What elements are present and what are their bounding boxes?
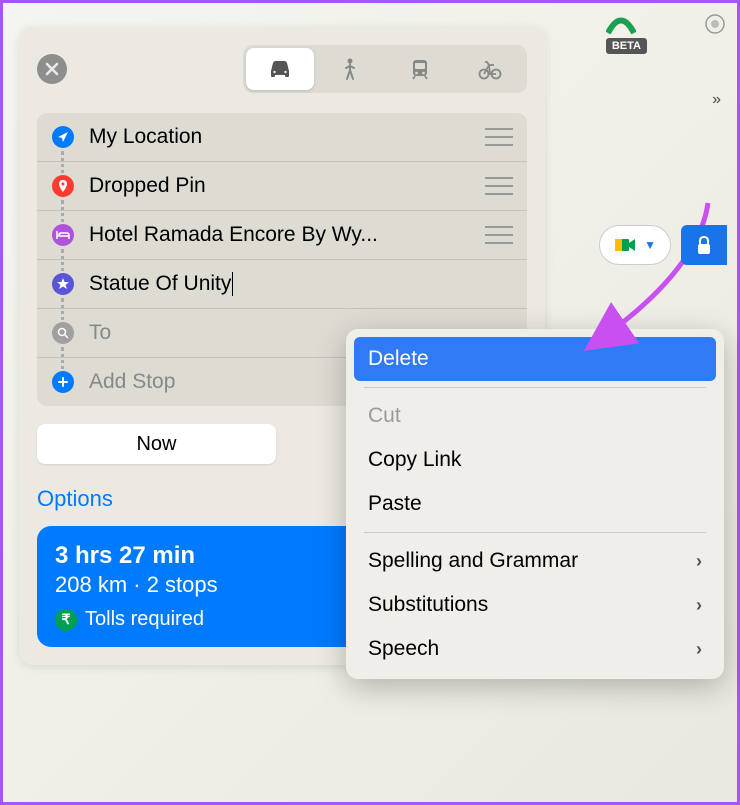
rupee-badge-icon: ₹ <box>55 609 77 631</box>
stop-input-editing[interactable]: Statue Of Unity <box>89 272 485 296</box>
tolls-label: Tolls required <box>85 608 204 631</box>
stop-row-statue[interactable]: Statue Of Unity <box>37 260 527 309</box>
stop-row-dropped-pin[interactable]: Dropped Pin <box>37 162 527 211</box>
pin-icon <box>52 175 74 197</box>
drag-handle[interactable] <box>485 177 513 195</box>
ctx-speech[interactable]: Speech › <box>354 627 716 671</box>
ctx-cut: Cut <box>354 394 716 438</box>
bike-icon <box>476 56 504 82</box>
tab-walk[interactable] <box>316 48 384 90</box>
plus-icon <box>52 371 74 393</box>
tab-transit[interactable] <box>386 48 454 90</box>
text-cursor <box>232 272 233 296</box>
stop-row-hotel[interactable]: Hotel Ramada Encore By Wy... <box>37 211 527 260</box>
lock-button[interactable] <box>681 225 727 265</box>
search-icon <box>52 322 74 344</box>
side-buttons: ▼ <box>599 225 727 265</box>
tab-arc-icon <box>606 13 636 37</box>
stop-icon-column <box>51 273 75 295</box>
ctx-copy-link[interactable]: Copy Link <box>354 438 716 482</box>
camera-icon <box>614 236 638 254</box>
drag-handle[interactable] <box>485 226 513 244</box>
car-icon <box>266 56 294 82</box>
meet-camera-button[interactable]: ▼ <box>599 225 671 265</box>
close-icon <box>45 62 59 76</box>
right-side-panel: BETA » ▼ <box>599 13 727 265</box>
panel-header <box>37 45 527 93</box>
ctx-delete[interactable]: Delete <box>354 337 716 381</box>
ctx-spelling-grammar[interactable]: Spelling and Grammar › <box>354 539 716 583</box>
ctx-label: Speech <box>368 637 439 661</box>
chevron-right-icon: › <box>696 595 702 616</box>
shield-icon <box>703 13 727 35</box>
ctx-divider <box>364 387 706 388</box>
stop-icon-column <box>51 175 75 197</box>
context-menu: Delete Cut Copy Link Paste Spelling and … <box>346 329 724 679</box>
stop-icon-column <box>51 126 75 148</box>
stop-row-my-location[interactable]: My Location <box>37 113 527 162</box>
stop-icon-column <box>51 224 75 246</box>
star-icon <box>52 273 74 295</box>
location-arrow-icon <box>52 126 74 148</box>
ctx-substitutions[interactable]: Substitutions › <box>354 583 716 627</box>
tab-icon-group: BETA <box>606 13 647 54</box>
transport-mode-tabs <box>243 45 527 93</box>
lock-icon <box>695 235 713 255</box>
walk-icon <box>336 56 364 82</box>
stop-label: My Location <box>89 125 485 149</box>
ctx-label: Spelling and Grammar <box>368 549 578 573</box>
chevron-right-icon: › <box>696 639 702 660</box>
chevron-right-icon: › <box>696 551 702 572</box>
tab-car[interactable] <box>246 48 314 90</box>
stop-icon-column <box>51 322 75 344</box>
stop-label: Dropped Pin <box>89 174 485 198</box>
ctx-paste[interactable]: Paste <box>354 482 716 526</box>
ctx-label: Substitutions <box>368 593 488 617</box>
close-button[interactable] <box>37 54 67 84</box>
drag-handle[interactable] <box>485 128 513 146</box>
top-right-icons <box>703 13 727 35</box>
tab-bike[interactable] <box>456 48 524 90</box>
hotel-bed-icon <box>52 224 74 246</box>
stop-icon-column <box>51 371 75 393</box>
now-button[interactable]: Now <box>37 424 276 464</box>
beta-badge: BETA <box>606 38 647 54</box>
stop-label: Hotel Ramada Encore By Wy... <box>89 223 485 247</box>
overflow-chevrons[interactable]: » <box>706 85 727 115</box>
dropdown-caret-icon: ▼ <box>644 238 656 252</box>
transit-icon <box>406 56 434 82</box>
ctx-divider <box>364 532 706 533</box>
